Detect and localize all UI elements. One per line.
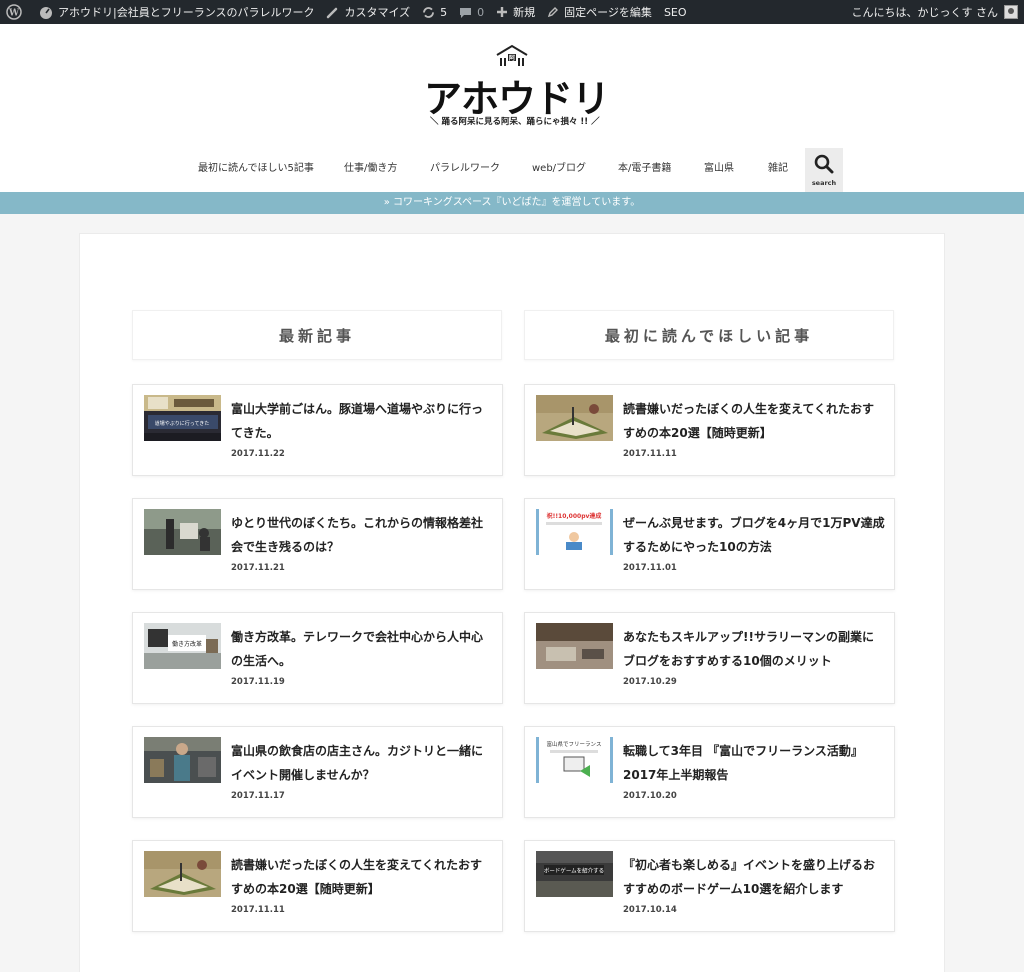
greeting: こんにちは、かじっくす さん [851,6,999,19]
post-card[interactable]: 祝!!10,000pv達成 ぜーんぶ見せます。ブログを4ヶ月で1万PV達成するた… [524,498,895,590]
post-title[interactable]: 働き方改革。テレワークで会社中心から人中心の生活へ。 [231,625,493,673]
site-header: 阿 アホウドリ ＼ 踊る阿呆に見る阿呆、踊らにゃ損々 !! ／ 最初に読んでほし… [0,24,1024,192]
post-title[interactable]: 読書嫌いだったぼくの人生を変えてくれたおすすめの本20選【随時更新】 [231,853,493,901]
site-name: アホウドリ|会社員とフリーランスのパラレルワーク [58,6,315,19]
latest-posts-heading: 最新記事 [132,310,502,360]
post-date: 2017.11.17 [231,791,285,801]
nav-item-books[interactable]: 本/電子書籍 [618,159,671,174]
logo-mark-text: 阿 [509,54,515,62]
update-icon [423,6,435,18]
info-bar-text: » コワーキングスペース『いどばた』を運営しています。 [383,197,641,208]
post-date: 2017.11.21 [231,563,285,573]
thumb-text: ボードゲームを紹介する [544,867,604,875]
thumb-text: 祝!!10,000pv達成 [547,512,602,520]
edit-page-label: 固定ページを編集 [564,6,652,19]
post-card[interactable]: 読書嫌いだったぼくの人生を変えてくれたおすすめの本20選【随時更新】 2017.… [524,384,895,476]
nav-item-first-5[interactable]: 最初に読んでほしい5記事 [198,159,314,174]
search-icon [814,154,834,174]
comment-icon [460,7,472,18]
plus-icon [497,7,508,17]
post-date: 2017.11.11 [623,449,677,459]
wordpress-menu[interactable]: W [0,0,33,24]
post-thumbnail [536,623,613,669]
search-label: search [811,179,837,187]
post-card[interactable]: 富山県の飲食店の店主さん。カジトリと一緒にイベント開催しませんか？ 2017.1… [132,726,503,818]
site-name-link[interactable]: アホウドリ|会社員とフリーランスのパラレルワーク [33,0,320,24]
post-title[interactable]: 富山大学前ごはん。豚道場へ道場やぶりに行ってきた。 [231,397,493,445]
post-date: 2017.11.01 [623,563,677,573]
svg-text:W: W [8,9,20,19]
post-date: 2017.11.11 [231,905,285,915]
post-title[interactable]: 転職して3年目 『富山でフリーランス活動』2017年上半期報告 [623,739,885,787]
post-thumbnail: 働き方改革 [144,623,221,669]
post-thumbnail [144,737,221,783]
nav-item-web-blog[interactable]: web/ブログ [532,159,586,174]
post-thumbnail [144,851,221,897]
info-bar[interactable]: » コワーキングスペース『いどばた』を運営しています。 [0,192,1024,214]
post-thumbnail: ボードゲームを紹介する [536,851,613,897]
nav-item-work[interactable]: 仕事/働き方 [344,159,397,174]
post-title[interactable]: あなたもスキルアップ!!サラリーマンの副業にブログをおすすめする10個のメリット [623,625,885,673]
post-title[interactable]: ゆとり世代のぼくたち。これからの情報格差社会で生き残るのは？ [231,511,493,559]
site-tagline: ＼ 踊る阿呆に見る阿呆、踊らにゃ損々 !! ／ [430,117,600,127]
nav-item-parallel-work[interactable]: パラレルワーク [430,159,500,174]
featured-posts-heading: 最初に読んでほしい記事 [524,310,894,360]
seo-label: SEO [663,5,687,19]
edit-icon [548,7,559,18]
post-card[interactable]: ゆとり世代のぼくたち。これからの情報格差社会で生き残るのは？ 2017.11.2… [132,498,503,590]
updates-link[interactable]: 5 [416,0,453,24]
post-card[interactable]: 読書嫌いだったぼくの人生を変えてくれたおすすめの本20選【随時更新】 2017.… [132,840,503,932]
wordpress-icon: W [6,4,22,20]
post-title[interactable]: 『初心者も楽しめる』イベントを盛り上げるおすすめのボードゲーム10選を紹介します [623,853,885,901]
nav-item-misc[interactable]: 雑記 [768,159,788,174]
new-label: 新規 [513,6,536,19]
post-thumbnail: 富山県でフリーランス [536,737,613,783]
dashboard-icon [40,7,52,19]
nav-item-toyama[interactable]: 富山県 [704,159,734,174]
account-menu[interactable]: こんにちは、かじっくす さん [852,4,1024,20]
post-card[interactable]: あなたもスキルアップ!!サラリーマンの副業にブログをおすすめする10個のメリット… [524,612,895,704]
thumb-text: 道場やぶりに行ってきた [155,420,210,427]
seo-link[interactable]: SEO [658,0,693,24]
post-thumbnail [144,509,221,555]
post-date: 2017.11.22 [231,449,285,459]
new-content-link[interactable]: 新規 [490,0,541,24]
brush-icon [327,7,338,18]
post-title[interactable]: ぜーんぶ見せます。ブログを4ヶ月で1万PV達成するためにやった10の方法 [623,511,885,559]
post-thumbnail [536,395,613,441]
post-title[interactable]: 富山県の飲食店の店主さん。カジトリと一緒にイベント開催しませんか？ [231,739,493,787]
updates-count: 5 [440,5,448,19]
post-date: 2017.10.20 [623,791,677,801]
customize-label: カスタマイズ [344,6,411,19]
post-card[interactable]: 道場やぶりに行ってきた 富山大学前ごはん。豚道場へ道場やぶりに行ってきた。 20… [132,384,503,476]
comments-link[interactable]: 0 [453,0,490,24]
edit-page-link[interactable]: 固定ページを編集 [541,0,658,24]
comments-count: 0 [477,5,485,19]
post-date: 2017.11.19 [231,677,285,687]
post-thumbnail: 祝!!10,000pv達成 [536,509,613,555]
main-content: 最新記事 最初に読んでほしい記事 道場やぶりに行ってきた 富山大学前ごはん。豚道… [79,233,945,972]
search-button[interactable]: search [805,148,843,192]
thumb-text: 働き方改革 [172,640,202,648]
post-card[interactable]: 富山県でフリーランス 転職して3年目 『富山でフリーランス活動』2017年上半期… [524,726,895,818]
global-nav: 最初に読んでほしい5記事 仕事/働き方 パラレルワーク web/ブログ 本/電子… [0,148,1024,192]
avatar-icon [1004,5,1018,19]
customize-link[interactable]: カスタマイズ [320,0,416,24]
post-date: 2017.10.14 [623,905,677,915]
post-card[interactable]: ボードゲームを紹介する 『初心者も楽しめる』イベントを盛り上げるおすすめのボード… [524,840,895,932]
thumb-text: 富山県でフリーランス [547,740,602,748]
admin-bar: W アホウドリ|会社員とフリーランスのパラレルワーク カスタマイズ 5 0 新規… [0,0,1024,24]
post-title[interactable]: 読書嫌いだったぼくの人生を変えてくれたおすすめの本20選【随時更新】 [623,397,885,445]
post-card[interactable]: 働き方改革 働き方改革。テレワークで会社中心から人中心の生活へ。 2017.11… [132,612,503,704]
post-thumbnail: 道場やぶりに行ってきた [144,395,221,441]
post-date: 2017.10.29 [623,677,677,687]
